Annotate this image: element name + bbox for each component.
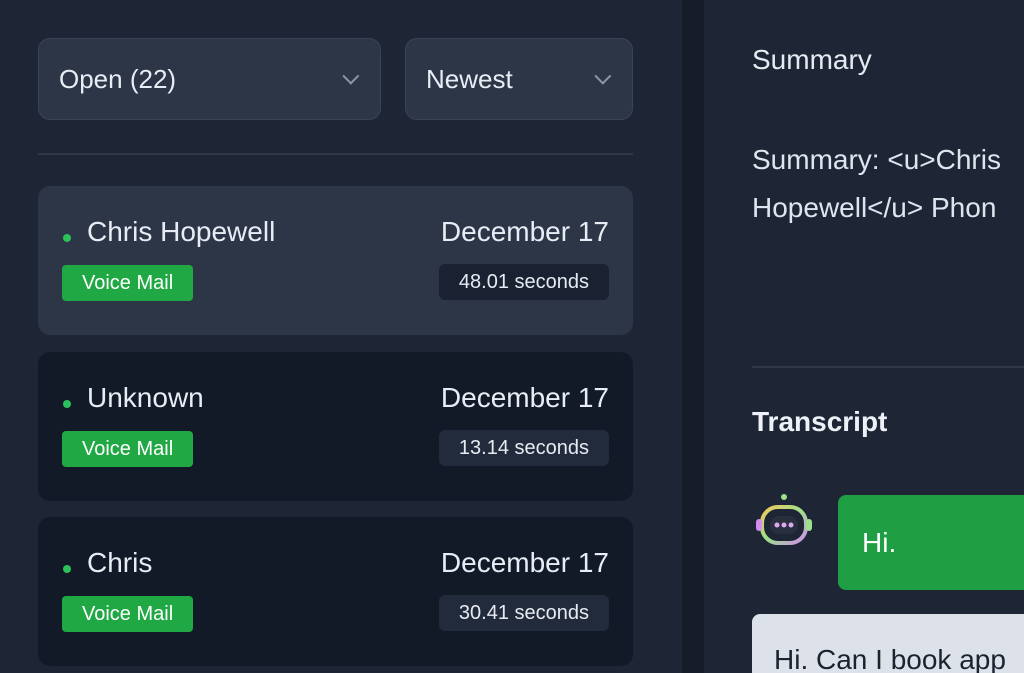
call-duration: 48.01 seconds (438, 264, 609, 300)
call-date: December 17 (440, 382, 609, 413)
robot-icon (756, 494, 812, 545)
status-dot-icon (63, 565, 71, 573)
sort-dropdown[interactable]: Newest (405, 38, 633, 120)
sort-label: Newest (426, 63, 513, 94)
chevron-down-icon (342, 67, 360, 85)
call-type-badge: Voice Mail (62, 431, 194, 467)
call-date: December 17 (440, 216, 609, 247)
summary-line: Hopewell</u> Phon (752, 192, 997, 223)
call-list-item[interactable]: Unknown December 17 Voice Mail 13.14 sec… (38, 352, 633, 501)
call-type-badge: Voice Mail (62, 265, 194, 301)
call-duration: 13.14 seconds (438, 430, 609, 466)
list-divider (38, 153, 633, 155)
caller-name: Chris (87, 547, 153, 578)
call-duration: 30.41 seconds (438, 595, 609, 631)
caller-name: Chris Hopewell (87, 216, 276, 247)
section-divider (752, 366, 1024, 368)
status-filter-dropdown[interactable]: Open (22) (38, 38, 381, 120)
caller-name: Unknown (87, 382, 204, 413)
transcript-heading: Transcript (752, 406, 888, 437)
caller-message-bubble: Hi. Can I book app (752, 614, 1024, 673)
chevron-down-icon (594, 67, 612, 85)
summary-text: Summary: <u>Chris Hopewell</u> Phon (752, 136, 1024, 232)
call-list-panel: Open (22) Newest Chris Hopewell December… (0, 0, 682, 673)
summary-line: Summary: <u>Chris (752, 144, 1001, 175)
call-list-item[interactable]: Chris December 17 Voice Mail 30.41 secon… (38, 517, 633, 666)
summary-heading: Summary (752, 44, 872, 75)
call-list-item[interactable]: Chris Hopewell December 17 Voice Mail 48… (38, 186, 633, 335)
bot-message-bubble: Hi. (838, 495, 1024, 590)
status-dot-icon (63, 400, 71, 408)
panel-divider (682, 0, 704, 673)
call-detail-panel: Summary Summary: <u>Chris Hopewell</u> P… (704, 0, 1024, 673)
call-date: December 17 (440, 547, 609, 578)
call-type-badge: Voice Mail (62, 596, 194, 632)
status-filter-label: Open (22) (59, 63, 177, 94)
app-window: Open (22) Newest Chris Hopewell December… (0, 0, 1024, 673)
status-dot-icon (63, 234, 71, 242)
